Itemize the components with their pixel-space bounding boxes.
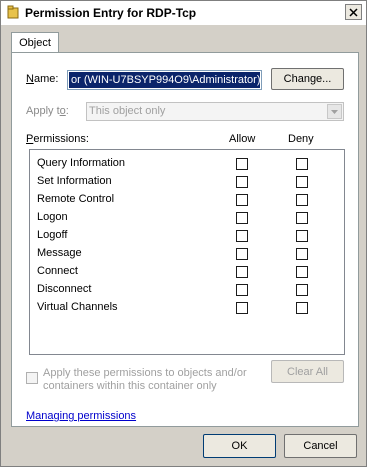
- clear-all-button-label: Clear All: [287, 365, 328, 378]
- cancel-button[interactable]: Cancel: [284, 434, 357, 458]
- deny-checkbox[interactable]: [296, 176, 308, 188]
- chevron-down-icon: [327, 104, 342, 119]
- managing-permissions-link[interactable]: Managing permissions: [26, 410, 136, 422]
- allow-checkbox[interactable]: [236, 248, 248, 260]
- change-button-label: Change...: [283, 73, 332, 85]
- deny-checkbox[interactable]: [296, 212, 308, 224]
- close-button[interactable]: [345, 4, 362, 20]
- allow-checkbox[interactable]: [236, 230, 248, 242]
- permission-name: Message: [37, 247, 82, 259]
- permission-row: Virtual Channels: [30, 297, 344, 315]
- change-button[interactable]: Change...: [271, 68, 344, 90]
- ok-button[interactable]: OK: [203, 434, 276, 458]
- deny-checkbox[interactable]: [296, 230, 308, 242]
- title-bar: Permission Entry for RDP-Tcp: [1, 1, 366, 25]
- name-value: or (WIN-U7BSYP994O9\Administrator): [69, 72, 261, 88]
- deny-header: Deny: [288, 133, 314, 145]
- clear-all-button[interactable]: Clear All: [271, 360, 344, 383]
- deny-checkbox[interactable]: [296, 266, 308, 278]
- permission-row: Logon: [30, 207, 344, 225]
- name-label: Name:: [26, 73, 59, 85]
- allow-checkbox[interactable]: [236, 266, 248, 278]
- permission-name: Query Information: [37, 157, 126, 169]
- tab-object[interactable]: Object: [11, 32, 59, 53]
- apply-to-label: Apply to:: [26, 105, 69, 117]
- permission-name: Set Information: [37, 175, 112, 187]
- permission-row: Set Information: [30, 171, 344, 189]
- apply-inherit-label: Apply these permissions to objects and/o…: [43, 367, 247, 392]
- permissions-label: Permissions:: [26, 133, 89, 145]
- ok-button-label: OK: [231, 440, 248, 452]
- permission-name: Logon: [37, 211, 68, 223]
- deny-checkbox[interactable]: [296, 194, 308, 206]
- permission-name: Logoff: [37, 229, 68, 241]
- permission-name: Virtual Channels: [37, 301, 118, 313]
- allow-checkbox[interactable]: [236, 212, 248, 224]
- apply-inherit-checkbox[interactable]: [26, 372, 38, 384]
- deny-checkbox[interactable]: [296, 284, 308, 296]
- apply-to-select[interactable]: This object only: [86, 102, 344, 121]
- window-title: Permission Entry for RDP-Tcp: [25, 6, 197, 20]
- permission-name: Remote Control: [37, 193, 115, 205]
- cancel-button-label: Cancel: [303, 440, 338, 452]
- allow-checkbox[interactable]: [236, 284, 248, 296]
- allow-checkbox[interactable]: [236, 302, 248, 314]
- permission-name: Disconnect: [37, 283, 92, 295]
- permission-row: Query Information: [30, 153, 344, 171]
- permission-row: Disconnect: [30, 279, 344, 297]
- permission-row: Logoff: [30, 225, 344, 243]
- folder-key-icon: [7, 5, 19, 19]
- permission-entry-dialog: Permission Entry for RDP-Tcp Object Name…: [0, 0, 367, 467]
- permission-row: Message: [30, 243, 344, 261]
- deny-checkbox[interactable]: [296, 248, 308, 260]
- deny-checkbox[interactable]: [296, 158, 308, 170]
- permission-row: Connect: [30, 261, 344, 279]
- permissions-list: Query Information Set Information Remote…: [29, 149, 345, 355]
- apply-to-value: This object only: [89, 105, 166, 117]
- name-field[interactable]: or (WIN-U7BSYP994O9\Administrator): [67, 70, 262, 90]
- permission-name: Connect: [37, 265, 78, 277]
- allow-header: Allow: [229, 133, 256, 145]
- allow-checkbox[interactable]: [236, 194, 248, 206]
- permission-row: Remote Control: [30, 189, 344, 207]
- deny-checkbox[interactable]: [296, 302, 308, 314]
- close-icon: [349, 7, 358, 17]
- allow-checkbox[interactable]: [236, 176, 248, 188]
- allow-checkbox[interactable]: [236, 158, 248, 170]
- tab-object-label: Object: [19, 37, 51, 49]
